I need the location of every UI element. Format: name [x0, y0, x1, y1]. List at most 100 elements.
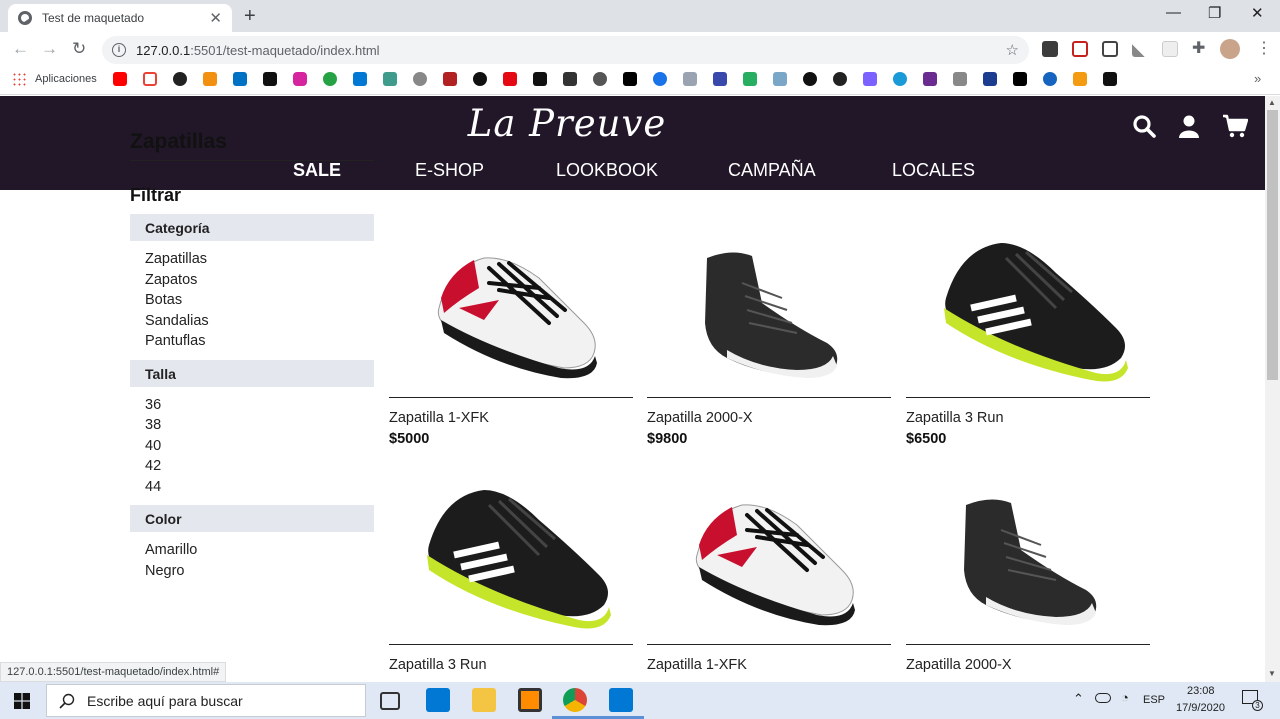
bookmark-icon[interactable]	[473, 72, 487, 86]
scrollbar-thumb[interactable]	[1267, 110, 1278, 380]
bookmark-apps[interactable]: Aplicaciones	[35, 73, 97, 85]
task-view-icon[interactable]	[380, 692, 400, 710]
nav-lookbook[interactable]: LOOKBOOK	[556, 160, 658, 181]
vscode-icon[interactable]	[609, 688, 633, 712]
extension-icon[interactable]	[1042, 41, 1058, 57]
product-image[interactable]	[647, 228, 891, 398]
scroll-up-icon[interactable]: ▲	[1268, 98, 1276, 107]
product-image[interactable]	[389, 228, 633, 398]
bookmark-icon[interactable]	[1043, 72, 1057, 86]
bookmark-icon[interactable]	[803, 72, 817, 86]
eyedropper-icon[interactable]	[1132, 41, 1148, 57]
filter-option[interactable]: 36	[145, 395, 374, 416]
filter-option[interactable]: Zapatillas	[145, 249, 374, 270]
bookmark-icon[interactable]	[893, 72, 907, 86]
reload-icon[interactable]: ↻	[72, 39, 86, 59]
browser-tab[interactable]: Test de maquetado ✕	[8, 4, 232, 32]
extension-icon[interactable]	[1162, 41, 1178, 57]
product-name[interactable]: Zapatilla 1-XFK	[389, 410, 489, 426]
bookmarks-more-button[interactable]: »	[1254, 71, 1261, 86]
nav-campana[interactable]: CAMPAÑA	[728, 160, 816, 181]
chevron-up-icon[interactable]: ⌃	[1073, 691, 1084, 707]
github-icon[interactable]	[173, 72, 187, 86]
bookmark-icon[interactable]	[983, 72, 997, 86]
clock-date[interactable]: 17/9/2020	[1176, 702, 1225, 714]
filter-option[interactable]: Amarillo	[145, 540, 374, 561]
product-name[interactable]: Zapatilla 1-XFK	[647, 657, 747, 673]
info-icon[interactable]: i	[112, 43, 126, 57]
wordpress-icon[interactable]	[413, 72, 427, 86]
bookmark-icon[interactable]	[533, 72, 547, 86]
filter-option[interactable]: 40	[145, 436, 374, 457]
filter-color-header[interactable]: Color	[130, 505, 374, 532]
forward-icon[interactable]: →	[41, 39, 58, 59]
bookmark-icon[interactable]	[653, 72, 667, 86]
cart-icon[interactable]	[1222, 114, 1248, 138]
bookmark-icon[interactable]	[203, 72, 217, 86]
extension-icon[interactable]	[1072, 41, 1088, 57]
tab-close-button[interactable]: ✕	[209, 9, 222, 27]
filter-option[interactable]: 42	[145, 456, 374, 477]
restore-button[interactable]: ❐	[1208, 4, 1221, 22]
product-image[interactable]	[647, 475, 891, 645]
product-image[interactable]	[906, 475, 1150, 645]
bookmark-star-icon[interactable]: ☆	[1006, 41, 1019, 59]
bookmark-icon[interactable]	[623, 72, 637, 86]
product-name[interactable]: Zapatilla 3 Run	[389, 657, 487, 673]
address-bar[interactable]: i 127.0.0.1:5501/test-maquetado/index.ht…	[102, 36, 1029, 64]
bookmark-icon[interactable]	[443, 72, 457, 86]
bookmark-icon[interactable]	[713, 72, 727, 86]
avatar[interactable]	[1220, 39, 1240, 59]
filter-option[interactable]: Zapatos	[145, 270, 374, 291]
windows-start-icon[interactable]	[14, 693, 30, 709]
bookmark-icon[interactable]	[263, 72, 277, 86]
globe-icon[interactable]	[593, 72, 607, 86]
filter-option[interactable]: Botas	[145, 290, 374, 311]
onedrive-icon[interactable]	[1095, 693, 1111, 703]
product-image[interactable]	[906, 228, 1150, 398]
bookmark-icon[interactable]	[953, 72, 967, 86]
product-name[interactable]: Zapatilla 3 Run	[906, 410, 1004, 426]
bookmark-icon[interactable]	[323, 72, 337, 86]
outlook-icon[interactable]	[353, 72, 367, 86]
bookmark-icon[interactable]	[773, 72, 787, 86]
instagram-icon[interactable]	[293, 72, 307, 86]
filter-option[interactable]: Negro	[145, 561, 374, 582]
bookmark-icon[interactable]	[683, 72, 697, 86]
filter-option[interactable]: 44	[145, 477, 374, 498]
filter-size-header[interactable]: Talla	[130, 359, 374, 387]
bookmark-icon[interactable]	[743, 72, 757, 86]
language-indicator[interactable]: ESP	[1143, 694, 1165, 706]
nav-locales[interactable]: LOCALES	[892, 160, 975, 181]
outlook-icon[interactable]	[233, 72, 247, 86]
mail-icon[interactable]	[426, 688, 450, 712]
scroll-down-icon[interactable]: ▼	[1268, 669, 1276, 678]
bookmark-icon[interactable]	[1073, 72, 1087, 86]
netflix-icon[interactable]	[503, 72, 517, 86]
filter-option[interactable]: Sandalias	[145, 311, 374, 332]
close-window-button[interactable]: ✕	[1251, 4, 1264, 22]
new-tab-button[interactable]: +	[244, 5, 256, 28]
page-scrollbar[interactable]: ▲ ▼	[1265, 96, 1280, 682]
back-icon[interactable]: ←	[12, 39, 29, 59]
nav-e-shop[interactable]: E-SHOP	[415, 160, 484, 181]
bookmark-icon[interactable]	[863, 72, 877, 86]
gmail-icon[interactable]	[143, 72, 157, 86]
file-explorer-icon[interactable]	[472, 688, 496, 712]
extensions-puzzle-icon[interactable]: ✚	[1192, 41, 1208, 57]
filter-option[interactable]: 38	[145, 415, 374, 436]
bookmark-icon[interactable]	[383, 72, 397, 86]
bookmark-icon[interactable]	[563, 72, 577, 86]
filter-option[interactable]: Pantuflas	[145, 331, 374, 352]
menu-icon[interactable]: ⋮	[1256, 41, 1272, 57]
product-name[interactable]: Zapatilla 2000-X	[906, 657, 1012, 673]
apps-grid-icon[interactable]	[12, 72, 26, 86]
product-image[interactable]	[389, 475, 633, 645]
bookmark-icon[interactable]	[833, 72, 847, 86]
taskbar-search-input[interactable]: Escribe aquí para buscar	[46, 684, 366, 717]
youtube-icon[interactable]	[113, 72, 127, 86]
user-icon[interactable]	[1177, 114, 1201, 138]
bookmark-icon[interactable]	[1103, 72, 1117, 86]
chrome-icon[interactable]	[563, 688, 587, 712]
search-icon[interactable]	[1132, 114, 1156, 138]
